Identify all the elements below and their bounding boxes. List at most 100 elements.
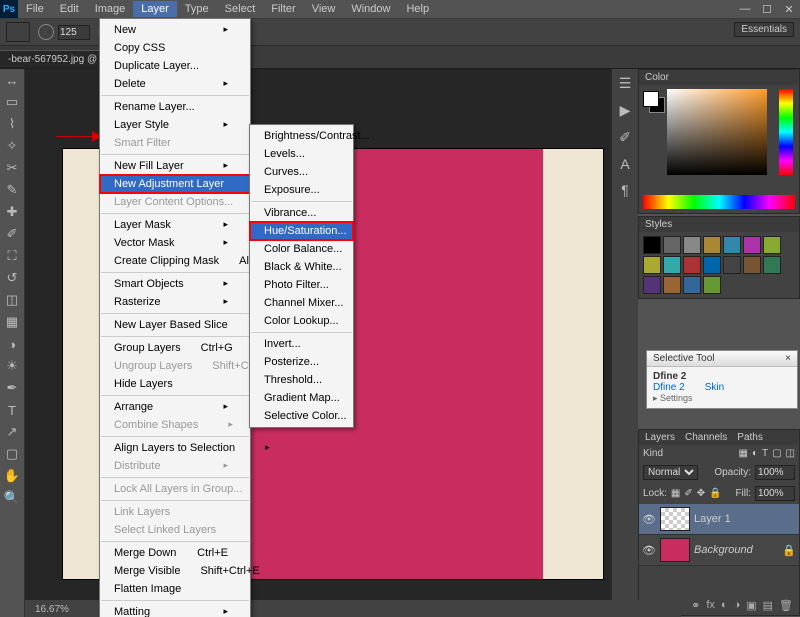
blur-tool-icon[interactable]: ◑ (0, 333, 24, 355)
menu-item[interactable]: Matting (100, 603, 250, 617)
menu-filter[interactable]: Filter (263, 1, 303, 17)
layer-row[interactable]: 👁 Background 🔒 (639, 535, 799, 566)
menu-item[interactable]: Selective Color... (250, 407, 353, 425)
layer-opacity-input[interactable] (755, 465, 795, 480)
filter-shape-icon[interactable]: ▢ (772, 448, 781, 459)
style-swatch[interactable] (663, 256, 681, 274)
style-swatch[interactable] (743, 256, 761, 274)
menu-window[interactable]: Window (343, 1, 398, 17)
link-icon[interactable]: ⚭ (691, 599, 700, 612)
color-panel-tab[interactable]: Color (645, 72, 669, 83)
menu-item[interactable]: Exposure... (250, 181, 353, 199)
eyedropper-tool-icon[interactable]: ✎ (0, 179, 24, 201)
menu-item[interactable]: Black & White... (250, 258, 353, 276)
wand-tool-icon[interactable]: ✧ (0, 135, 24, 157)
menu-item[interactable]: Flatten Image (100, 580, 250, 598)
style-swatch[interactable] (703, 276, 721, 294)
brush-tool-icon[interactable]: ✐ (0, 223, 24, 245)
styles-panel-tab[interactable]: Styles (645, 219, 672, 230)
menu-item[interactable]: Posterize... (250, 353, 353, 371)
style-swatch[interactable] (663, 236, 681, 254)
style-swatch[interactable] (703, 256, 721, 274)
pen-tool-icon[interactable]: ✒ (0, 377, 24, 399)
menu-item[interactable]: Arrange (100, 398, 250, 416)
mask-icon[interactable]: ◐ (721, 599, 728, 612)
menu-item[interactable]: Duplicate Layer... (100, 57, 250, 75)
brush-size-input[interactable] (58, 25, 90, 40)
selective-close-icon[interactable]: × (785, 353, 791, 364)
style-swatch[interactable] (723, 236, 741, 254)
eraser-tool-icon[interactable]: ◫ (0, 289, 24, 311)
menu-item[interactable]: Color Lookup... (250, 312, 353, 330)
layer-name[interactable]: Background (694, 544, 753, 556)
workspace-switcher[interactable]: Essentials (734, 22, 794, 37)
visibility-icon[interactable]: 👁 (642, 544, 656, 557)
menu-layer[interactable]: Layer (133, 1, 177, 17)
layer-thumb[interactable] (660, 538, 690, 562)
menu-view[interactable]: View (304, 1, 344, 17)
color-picker[interactable] (667, 89, 767, 175)
menu-item[interactable]: Vector Mask (100, 234, 250, 252)
delete-icon[interactable]: 🗑 (779, 599, 793, 612)
history-brush-icon[interactable]: ↺ (0, 267, 24, 289)
gradient-tool-icon[interactable]: ▦ (0, 311, 24, 333)
para-icon[interactable]: ¶ (621, 182, 629, 198)
menu-item[interactable]: Layer Mask (100, 216, 250, 234)
layers-tab[interactable]: Layers (645, 432, 675, 443)
menu-help[interactable]: Help (398, 1, 437, 17)
dodge-tool-icon[interactable]: ☀ (0, 355, 24, 377)
channels-tab[interactable]: Channels (685, 432, 727, 443)
filter-type-icon[interactable]: T (762, 448, 768, 459)
menu-item[interactable]: Create Clipping MaskAlt+Ctrl+G (100, 252, 250, 270)
fg-bg-swatch[interactable] (643, 91, 663, 111)
visibility-icon[interactable]: 👁 (642, 513, 656, 526)
menu-item[interactable]: Group LayersCtrl+G (100, 339, 250, 357)
group-icon[interactable]: ▣ (746, 599, 756, 612)
menu-item[interactable]: Merge DownCtrl+E (100, 544, 250, 562)
layer-row[interactable]: 👁 Layer 1 (639, 504, 799, 535)
menu-item[interactable]: New (100, 21, 250, 39)
style-swatch[interactable] (763, 256, 781, 274)
menu-item[interactable]: Rename Layer... (100, 98, 250, 116)
menu-item[interactable]: Curves... (250, 163, 353, 181)
layer-name[interactable]: Layer 1 (694, 513, 731, 525)
shape-tool-icon[interactable]: ▢ (0, 443, 24, 465)
color-ramp[interactable] (643, 195, 795, 209)
style-swatch[interactable] (683, 276, 701, 294)
actions-icon[interactable]: ▶ (620, 102, 631, 119)
hand-tool-icon[interactable]: ✋ (0, 465, 24, 487)
seltool-link1[interactable]: Dfine 2 (653, 382, 685, 393)
style-swatch[interactable] (683, 256, 701, 274)
style-swatch[interactable] (763, 236, 781, 254)
style-swatch[interactable] (703, 236, 721, 254)
marquee-tool-icon[interactable]: ▭ (0, 91, 24, 113)
menu-item[interactable]: Copy CSS (100, 39, 250, 57)
selective-tool-window[interactable]: Selective Tool× Dfine 2 Dfine 2Skin ▸ Se… (646, 350, 798, 409)
menu-edit[interactable]: Edit (52, 1, 87, 17)
move-tool-icon[interactable]: ↔ (0, 69, 24, 91)
menu-item[interactable]: Vibrance... (250, 204, 353, 222)
adj-icon[interactable]: ◑ (734, 599, 741, 612)
menu-item[interactable]: Threshold... (250, 371, 353, 389)
fx-icon[interactable]: fx (706, 599, 715, 612)
lock-all-icon[interactable]: 🔒 (709, 488, 721, 499)
lock-pos-icon[interactable]: ✥ (697, 488, 705, 499)
minimize-icon[interactable]: — (734, 1, 756, 17)
menu-item[interactable]: Align Layers to Selection (100, 439, 250, 457)
close-icon[interactable]: ✕ (778, 1, 800, 17)
filter-smart-icon[interactable]: ◫ (786, 448, 795, 459)
paths-tab[interactable]: Paths (737, 432, 763, 443)
menu-item[interactable]: Delete (100, 75, 250, 93)
menu-file[interactable]: File (18, 1, 52, 17)
stamp-tool-icon[interactable]: ⛶ (0, 245, 24, 267)
tool-preset[interactable] (6, 22, 30, 42)
crop-tool-icon[interactable]: ✂ (0, 157, 24, 179)
menu-item[interactable]: Color Balance... (250, 240, 353, 258)
menu-item[interactable]: Hide Layers (100, 375, 250, 393)
style-swatch[interactable] (643, 256, 661, 274)
heal-tool-icon[interactable]: ✚ (0, 201, 24, 223)
menu-item[interactable]: Smart Objects (100, 275, 250, 293)
menu-item[interactable]: Layer Style (100, 116, 250, 134)
filter-adj-icon[interactable]: ◐ (752, 448, 758, 459)
maximize-icon[interactable]: ☐ (756, 1, 778, 17)
